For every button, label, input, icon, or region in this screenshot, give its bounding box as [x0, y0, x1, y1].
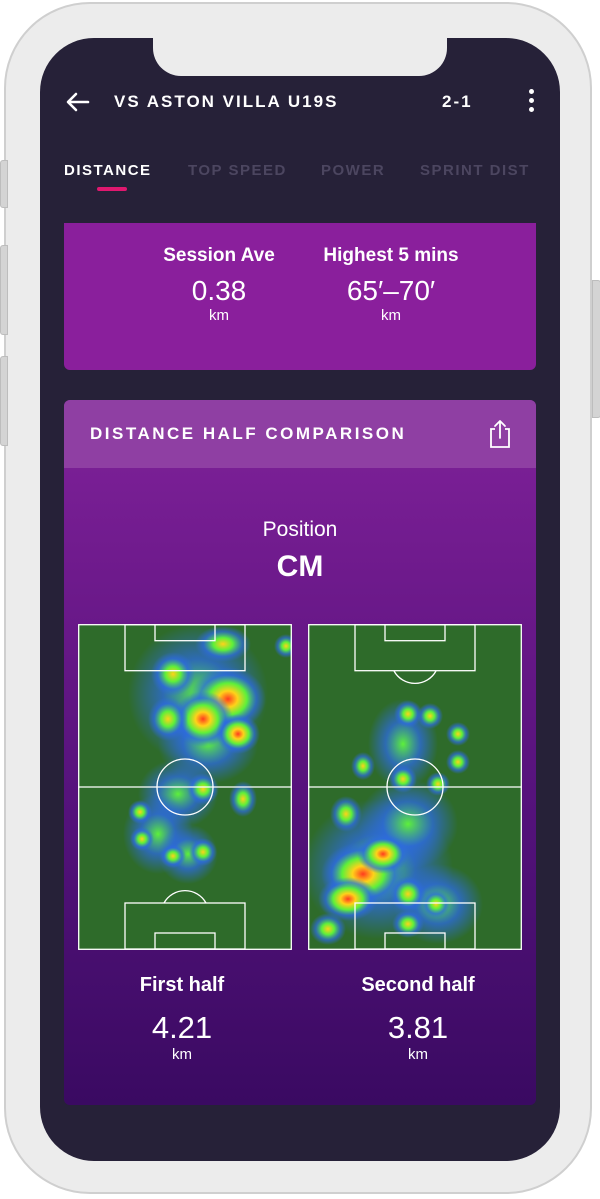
summary-card: Session Ave 0.38 km Highest 5 mins 65′–7… — [64, 223, 536, 370]
metric-tabs: DISTANCE TOP SPEED POWER SPRINT DIST — [40, 158, 560, 198]
side-button — [0, 160, 8, 208]
first-half-value: 4.21 — [151, 1010, 213, 1045]
session-ave-unit: km — [209, 307, 229, 324]
notch — [153, 38, 447, 76]
more-vertical-icon[interactable] — [524, 86, 538, 116]
highest-5-value: 65′–70′ — [346, 275, 436, 306]
highest-5-unit: km — [381, 307, 401, 324]
session-ave-value: 0.38 — [191, 275, 247, 306]
app-screen: VS ASTON VILLA U19S 2-1 DISTANCE TOP SPE… — [40, 38, 560, 1161]
tab-distance[interactable]: DISTANCE — [64, 162, 152, 179]
session-ave-stat: Session Ave 0.38 km — [134, 245, 304, 324]
half-comparison-card: DISTANCE HALF COMPARISON Position CM Fir… — [64, 400, 536, 1105]
power-button — [592, 280, 600, 418]
share-icon[interactable] — [486, 418, 514, 450]
session-ave-label: Session Ave — [163, 245, 275, 266]
tab-sprint-dist[interactable]: SPRINT DIST — [420, 162, 530, 179]
position-value: CM — [276, 550, 324, 583]
tab-top-speed[interactable]: TOP SPEED — [188, 162, 287, 179]
first-half-label: First half — [139, 974, 225, 996]
second-half-heatmap — [308, 624, 522, 950]
first-half-unit: km — [172, 1046, 192, 1063]
first-half-heatmap — [78, 624, 292, 950]
back-arrow-icon[interactable] — [64, 88, 92, 116]
highest-5-label: Highest 5 mins — [323, 245, 459, 266]
second-half-label: Second half — [361, 974, 475, 996]
comparison-header: DISTANCE HALF COMPARISON — [64, 400, 536, 468]
top-bar: VS ASTON VILLA U19S 2-1 — [40, 84, 560, 124]
side-button — [0, 356, 8, 446]
tab-power[interactable]: POWER — [321, 162, 385, 179]
second-half-unit: km — [408, 1046, 428, 1063]
match-title: VS ASTON VILLA U19S — [114, 92, 339, 111]
active-tab-indicator — [97, 187, 127, 191]
side-button — [0, 245, 8, 335]
match-score: 2-1 — [442, 92, 473, 111]
second-half-value: 3.81 — [387, 1010, 449, 1045]
comparison-title: DISTANCE HALF COMPARISON — [90, 424, 407, 443]
position-label: Position — [262, 518, 338, 541]
highest-5-stat: Highest 5 mins 65′–70′ km — [306, 245, 476, 324]
